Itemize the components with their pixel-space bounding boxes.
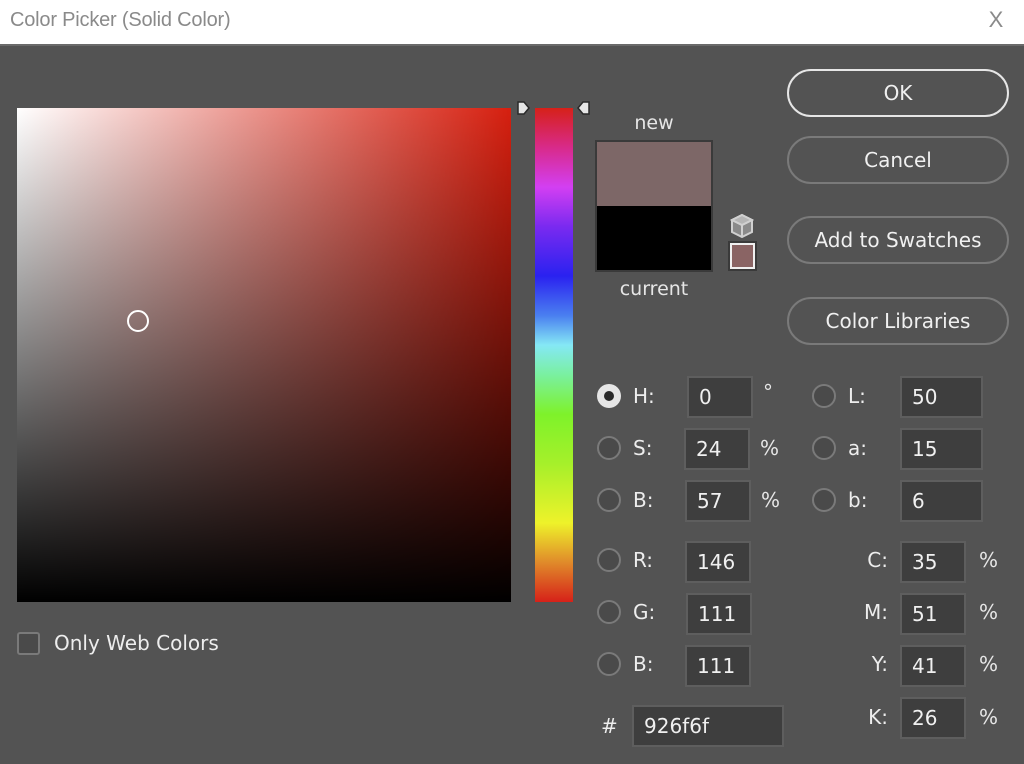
color-preview bbox=[595, 140, 713, 272]
close-button[interactable]: X bbox=[984, 8, 1008, 32]
blue-input[interactable]: 111 bbox=[685, 645, 751, 687]
hex-label: # bbox=[601, 714, 618, 738]
lab-a-radio[interactable] bbox=[812, 436, 836, 460]
color-picker-cursor[interactable] bbox=[127, 310, 149, 332]
web-safe-color-swatch[interactable] bbox=[728, 241, 757, 271]
cube-icon[interactable] bbox=[730, 213, 754, 239]
lab-l-label: L: bbox=[848, 384, 866, 408]
green-label: G: bbox=[633, 600, 656, 624]
lab-b-radio[interactable] bbox=[812, 488, 836, 512]
new-color-swatch bbox=[597, 142, 711, 206]
lab-b-input[interactable]: 6 bbox=[900, 480, 983, 522]
yellow-unit: % bbox=[979, 652, 999, 676]
magenta-label: M: bbox=[864, 600, 888, 624]
cancel-button[interactable]: Cancel bbox=[787, 136, 1009, 184]
yellow-label: Y: bbox=[871, 652, 888, 676]
brightness-unit: % bbox=[761, 488, 781, 512]
cyan-unit: % bbox=[979, 548, 999, 572]
add-to-swatches-button[interactable]: Add to Swatches bbox=[787, 216, 1009, 264]
green-radio[interactable] bbox=[597, 600, 621, 624]
blue-radio[interactable] bbox=[597, 652, 621, 676]
hue-unit: ° bbox=[763, 380, 773, 404]
saturation-unit: % bbox=[760, 436, 780, 460]
saturation-input[interactable]: 24 bbox=[684, 428, 750, 470]
saturation-brightness-field[interactable] bbox=[17, 108, 511, 602]
green-input[interactable]: 111 bbox=[686, 593, 752, 635]
black-unit: % bbox=[979, 705, 999, 729]
lab-a-input[interactable]: 15 bbox=[900, 428, 983, 470]
hue-radio[interactable] bbox=[597, 384, 621, 408]
hue-input[interactable]: 0 bbox=[687, 376, 753, 418]
new-color-label: new bbox=[634, 112, 674, 134]
red-input[interactable]: 146 bbox=[685, 541, 751, 583]
current-color-label: current bbox=[619, 278, 689, 300]
saturation-label: S: bbox=[633, 436, 653, 460]
hue-label: H: bbox=[633, 384, 655, 408]
lab-l-input[interactable]: 50 bbox=[900, 376, 983, 418]
ok-button[interactable]: OK bbox=[787, 69, 1009, 117]
brightness-label: B: bbox=[633, 488, 654, 512]
saturation-radio[interactable] bbox=[597, 436, 621, 460]
magenta-input[interactable]: 51 bbox=[900, 593, 966, 635]
brightness-input[interactable]: 57 bbox=[685, 480, 751, 522]
color-libraries-button[interactable]: Color Libraries bbox=[787, 297, 1009, 345]
yellow-input[interactable]: 41 bbox=[900, 645, 966, 687]
title-bar: Color Picker (Solid Color) X bbox=[0, 0, 1024, 46]
black-input[interactable]: 26 bbox=[900, 697, 966, 739]
only-web-colors-checkbox[interactable] bbox=[17, 632, 40, 655]
hue-slider-left-arrow-icon[interactable] bbox=[516, 101, 530, 115]
window-title: Color Picker (Solid Color) bbox=[10, 9, 231, 31]
hex-input[interactable]: 926f6f bbox=[632, 705, 784, 747]
hue-slider[interactable] bbox=[535, 108, 573, 602]
brightness-radio[interactable] bbox=[597, 488, 621, 512]
red-radio[interactable] bbox=[597, 548, 621, 572]
hue-slider-right-arrow-icon[interactable] bbox=[577, 101, 591, 115]
blue-label: B: bbox=[633, 652, 654, 676]
current-color-swatch[interactable] bbox=[597, 206, 711, 270]
magenta-unit: % bbox=[979, 600, 999, 624]
red-label: R: bbox=[633, 548, 654, 572]
lab-b-label: b: bbox=[848, 488, 868, 512]
black-label: K: bbox=[868, 705, 888, 729]
cyan-label: C: bbox=[867, 548, 888, 572]
lab-a-label: a: bbox=[848, 436, 867, 460]
only-web-colors-label: Only Web Colors bbox=[54, 631, 219, 655]
lab-l-radio[interactable] bbox=[812, 384, 836, 408]
cyan-input[interactable]: 35 bbox=[900, 541, 966, 583]
